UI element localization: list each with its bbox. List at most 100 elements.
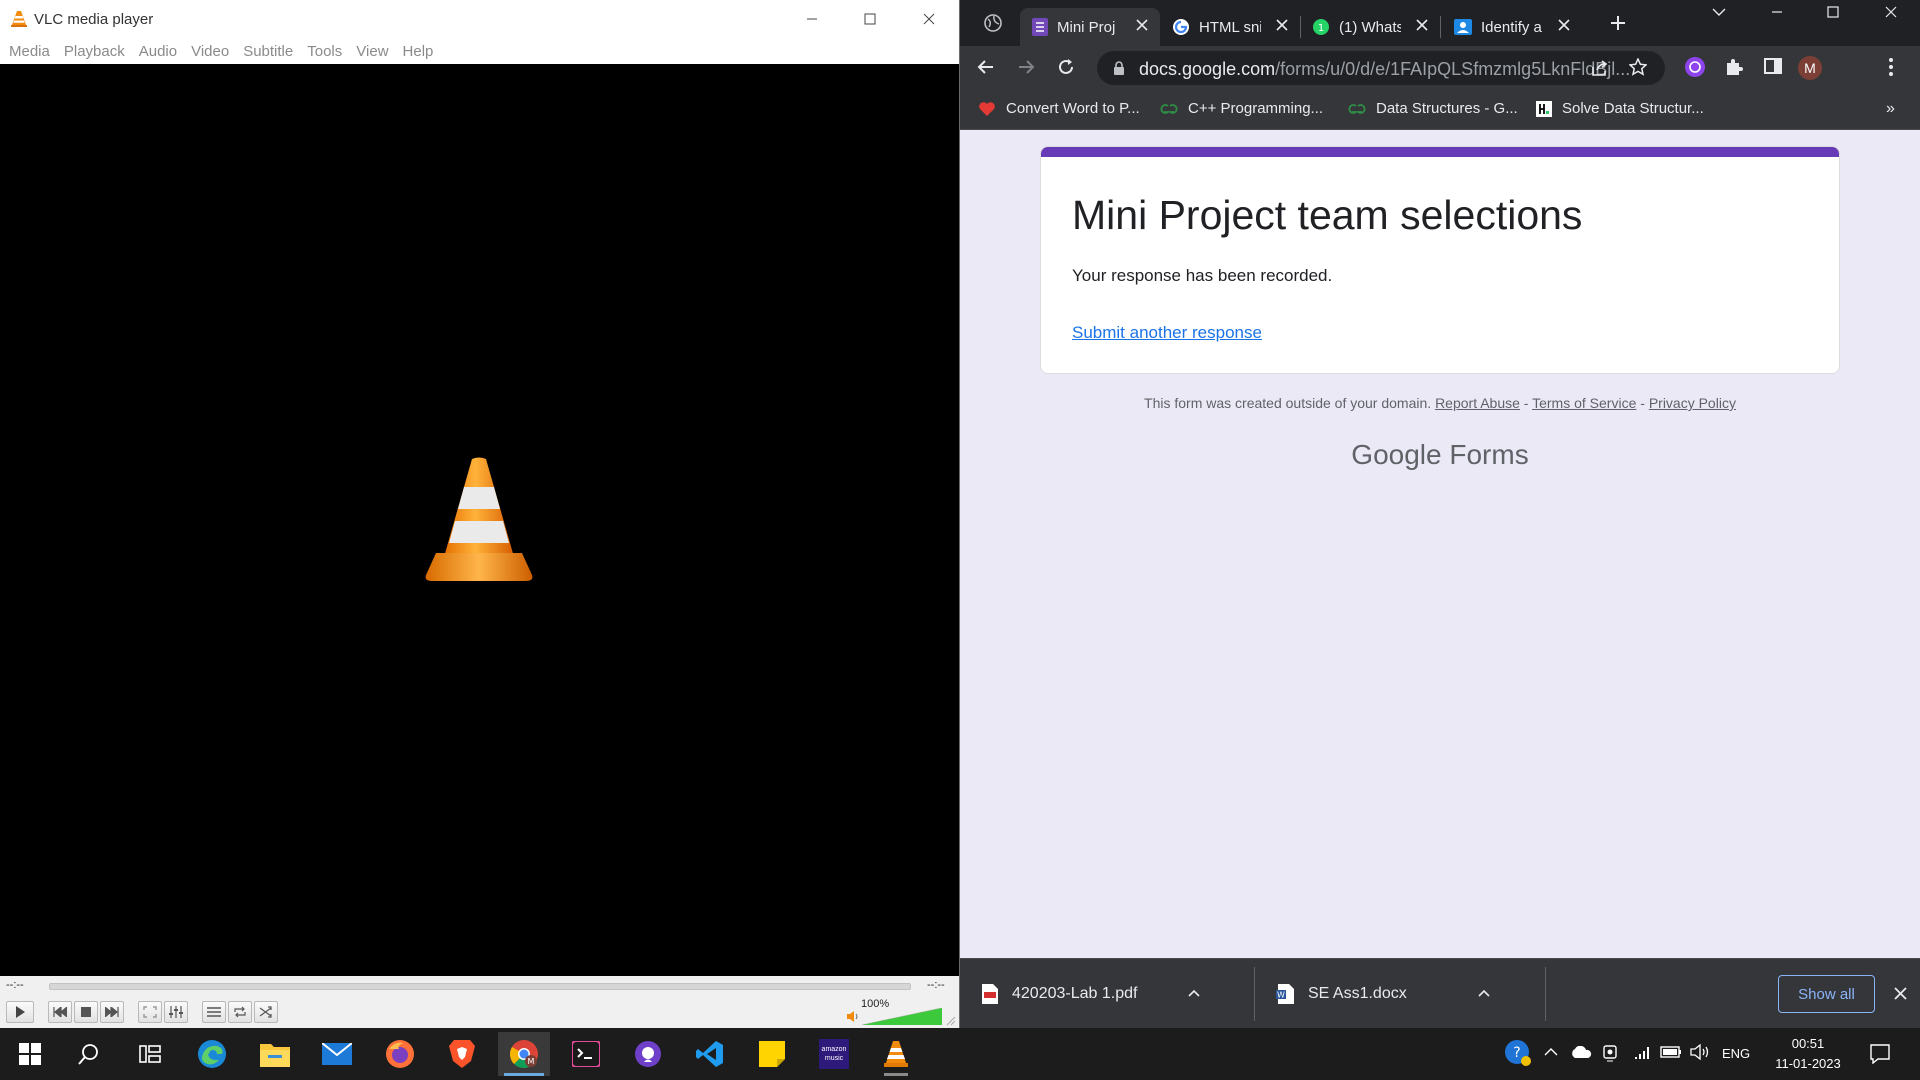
- maximize-icon: [1827, 6, 1839, 18]
- amazon-music-icon: amazon music: [819, 1039, 849, 1069]
- vlc-app[interactable]: [870, 1032, 922, 1076]
- wifi-icon[interactable]: [1634, 1044, 1652, 1060]
- back-icon[interactable]: [976, 57, 996, 77]
- close-tab-icon[interactable]: [1558, 19, 1570, 31]
- start-button[interactable]: [4, 1032, 56, 1076]
- reload-icon[interactable]: [1056, 57, 1076, 77]
- terminal-app[interactable]: [560, 1032, 612, 1076]
- chrome-app[interactable]: M: [498, 1032, 550, 1076]
- remaining-time[interactable]: --:--: [927, 979, 945, 991]
- kebab-menu-icon[interactable]: [1888, 57, 1894, 77]
- close-tab-icon[interactable]: [1416, 19, 1428, 31]
- sticky-notes-app[interactable]: [746, 1032, 798, 1076]
- video-area[interactable]: [0, 64, 959, 976]
- shuffle-button[interactable]: [254, 1001, 278, 1023]
- lock-icon[interactable]: [1113, 61, 1125, 75]
- form-page: Mini Project team selections Your respon…: [960, 131, 1920, 958]
- menu-view[interactable]: View: [356, 43, 388, 60]
- submit-another-link[interactable]: Submit another response: [1072, 323, 1262, 343]
- address-bar[interactable]: docs.google.com/forms/u/0/d/e/1FAIpQLSfm…: [1097, 51, 1665, 85]
- menu-help[interactable]: Help: [403, 43, 434, 60]
- bookmark-convert-word[interactable]: Convert Word to P...: [978, 100, 1140, 117]
- terms-link[interactable]: Terms of Service: [1532, 395, 1636, 411]
- show-hidden-icons-chevron-icon[interactable]: [1544, 1048, 1558, 1056]
- firefox-app[interactable]: [374, 1032, 426, 1076]
- menu-audio[interactable]: Audio: [139, 43, 177, 60]
- tab-html-snippet[interactable]: HTML sni: [1160, 8, 1300, 46]
- bookmark-data-structures[interactable]: Data Structures - G...: [1348, 100, 1518, 117]
- menu-tools[interactable]: Tools: [307, 43, 342, 60]
- brave-app[interactable]: [436, 1032, 488, 1076]
- bookmark-solve-ds[interactable]: Solve Data Structur...: [1536, 100, 1704, 117]
- tab-list-dropdown[interactable]: [1690, 0, 1748, 24]
- tab-search-icon[interactable]: [984, 14, 1002, 32]
- mail-app[interactable]: [311, 1032, 363, 1076]
- new-tab-icon[interactable]: [1610, 15, 1626, 31]
- close-button[interactable]: [900, 0, 958, 38]
- system-clock[interactable]: 00:51 11-01-2023: [1766, 1034, 1850, 1074]
- download-item-pdf[interactable]: 420203-Lab 1.pdf: [982, 959, 1212, 1029]
- extensions-puzzle-icon[interactable]: [1724, 57, 1744, 77]
- show-all-button[interactable]: Show all: [1778, 975, 1875, 1013]
- edge-app[interactable]: [186, 1032, 238, 1076]
- playlist-button[interactable]: [202, 1001, 226, 1023]
- volume-slider[interactable]: [862, 1008, 942, 1025]
- volume-icon[interactable]: [1690, 1044, 1710, 1060]
- share-icon[interactable]: [1591, 59, 1609, 77]
- amazon-music-app[interactable]: amazon music: [808, 1032, 860, 1076]
- fullscreen-button[interactable]: [138, 1001, 162, 1023]
- chrome-minimize-button[interactable]: [1748, 0, 1806, 24]
- next-button[interactable]: [100, 1001, 124, 1023]
- confirmation-message: Your response has been recorded.: [1072, 266, 1333, 285]
- search-button[interactable]: [63, 1032, 115, 1076]
- menu-media[interactable]: Media: [9, 43, 50, 60]
- google-forms-logo[interactable]: Google Forms: [960, 439, 1920, 471]
- vscode-app[interactable]: [684, 1032, 736, 1076]
- stop-button[interactable]: [74, 1001, 98, 1023]
- github-desktop-app[interactable]: [622, 1032, 674, 1076]
- privacy-link[interactable]: Privacy Policy: [1649, 395, 1736, 411]
- side-panel-icon[interactable]: [1764, 57, 1782, 75]
- seek-row: --:-- --:--: [0, 976, 959, 996]
- battery-icon[interactable]: [1660, 1046, 1682, 1058]
- maximize-button[interactable]: [841, 0, 899, 38]
- notifications-icon[interactable]: [1870, 1044, 1890, 1064]
- form-accent-bar: [1041, 147, 1839, 157]
- speaker-icon[interactable]: [846, 1010, 860, 1023]
- chevron-up-icon[interactable]: [1478, 989, 1490, 997]
- chrome-icon: M: [510, 1040, 538, 1069]
- menu-video[interactable]: Video: [191, 43, 229, 60]
- profile-avatar[interactable]: M: [1798, 56, 1822, 80]
- bookmark-star-icon[interactable]: [1629, 58, 1647, 76]
- seek-slider[interactable]: [49, 983, 911, 990]
- vlc-titlebar[interactable]: VLC media player: [0, 0, 959, 38]
- minimize-button[interactable]: [783, 0, 841, 38]
- menu-playback[interactable]: Playback: [64, 43, 125, 60]
- meet-now-icon[interactable]: [1602, 1044, 1618, 1062]
- play-button[interactable]: [6, 1001, 34, 1023]
- extension-purple-icon[interactable]: [1684, 56, 1706, 78]
- bookmarks-overflow-button[interactable]: »: [1886, 100, 1895, 118]
- close-tab-icon[interactable]: [1136, 19, 1148, 31]
- download-item-docx[interactable]: W SE Ass1.docx: [1276, 959, 1506, 1029]
- tab-identify[interactable]: Identify a: [1442, 8, 1582, 46]
- onedrive-icon[interactable]: [1570, 1046, 1592, 1058]
- close-tab-icon[interactable]: [1276, 19, 1288, 31]
- close-shelf-icon[interactable]: [1894, 987, 1907, 1000]
- report-abuse-link[interactable]: Report Abuse: [1435, 395, 1520, 411]
- language-indicator[interactable]: ENG: [1722, 1046, 1750, 1061]
- file-explorer-app[interactable]: [249, 1032, 301, 1076]
- bookmark-cpp[interactable]: C++ Programming...: [1160, 100, 1323, 117]
- chrome-maximize-button[interactable]: [1804, 0, 1862, 24]
- tab-mini-project[interactable]: Mini Proj: [1020, 8, 1160, 46]
- extended-settings-button[interactable]: [164, 1001, 188, 1023]
- tab-whatsapp[interactable]: 1 (1) Whats: [1300, 8, 1440, 46]
- help-icon[interactable]: ?: [1504, 1039, 1532, 1067]
- previous-button[interactable]: [48, 1001, 72, 1023]
- task-view-button[interactable]: [124, 1032, 176, 1076]
- forward-icon[interactable]: [1016, 57, 1036, 77]
- chrome-close-button[interactable]: [1862, 0, 1920, 24]
- chevron-up-icon[interactable]: [1188, 989, 1200, 997]
- menu-subtitle[interactable]: Subtitle: [243, 43, 293, 60]
- loop-button[interactable]: [228, 1001, 252, 1023]
